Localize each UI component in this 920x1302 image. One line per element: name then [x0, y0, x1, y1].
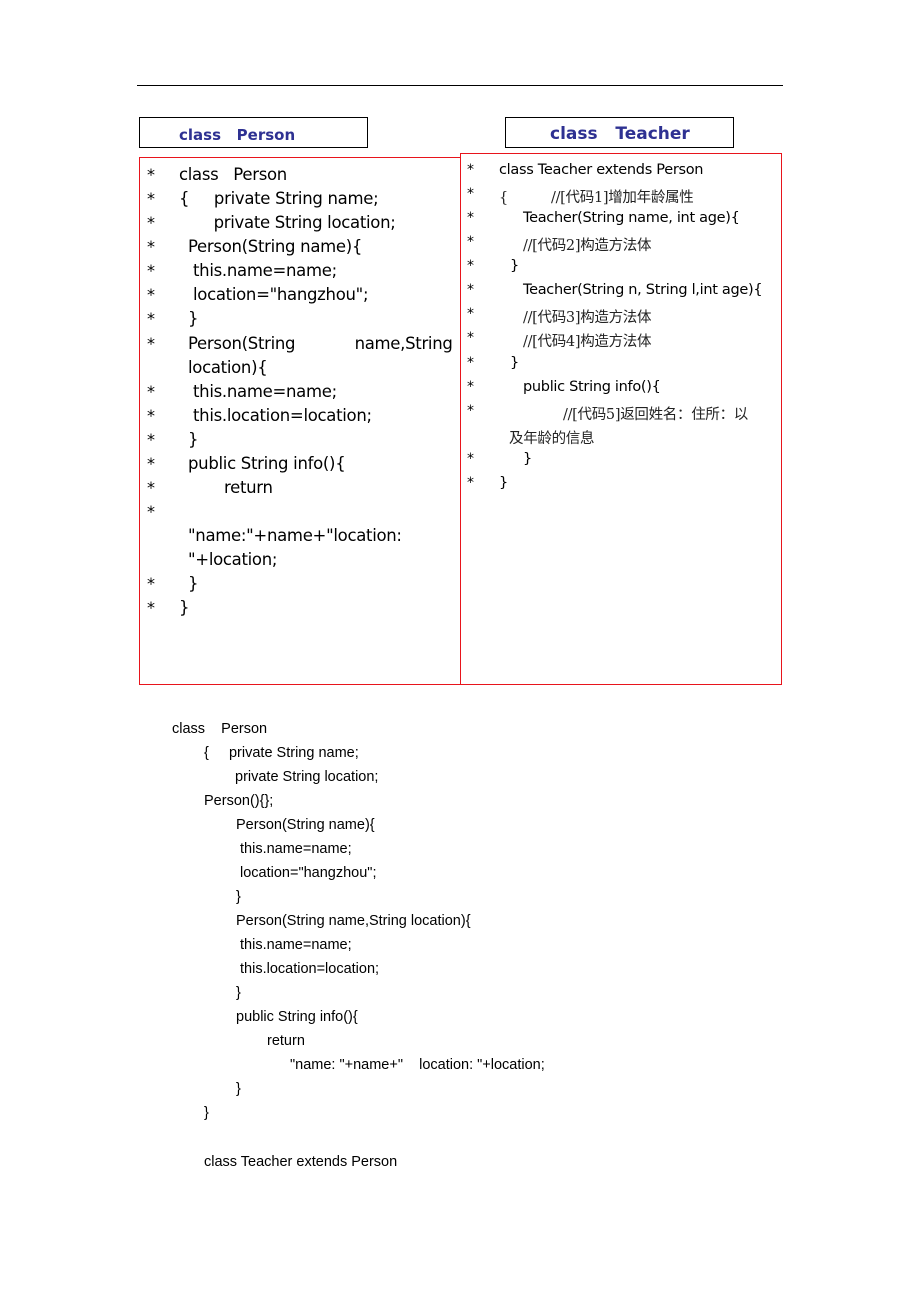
code-line: } — [236, 889, 241, 905]
code-line: class Person — [179, 165, 287, 184]
code-line: } — [510, 355, 519, 371]
bullet-star: * — [147, 430, 155, 449]
code-line: location){ — [188, 358, 268, 377]
code-line: } — [236, 985, 241, 1001]
code-line: } — [236, 1081, 241, 1097]
bullet-star: * — [147, 213, 155, 232]
code-line: } — [499, 475, 508, 491]
bullet-star: * — [467, 379, 474, 395]
code-line: Person(String name){ — [188, 237, 363, 256]
bullet-star: * — [147, 382, 155, 401]
bullet-star: * — [147, 237, 155, 256]
bullet-star: * — [467, 475, 474, 491]
bullet-star: * — [147, 189, 155, 208]
code-line: { private String name; — [179, 189, 379, 208]
bullet-star: * — [467, 306, 474, 322]
bullet-star: * — [467, 186, 474, 202]
code-line: class Teacher extends Person — [499, 162, 704, 178]
bullet-star: * — [147, 502, 155, 521]
code-line: public String info(){ — [523, 379, 661, 395]
code-line: } — [510, 258, 519, 274]
code-line: private String location; — [179, 213, 396, 232]
code-line: Teacher(String n, String l,int age){ — [523, 282, 763, 298]
code-line: Teacher(String name, int age){ — [523, 210, 740, 226]
code-line: { //[代码1]增加年龄属性 — [499, 190, 694, 206]
code-line: } — [204, 1105, 209, 1121]
bullet-star: * — [467, 162, 474, 178]
code-line: } — [179, 598, 190, 617]
header-rule — [137, 85, 783, 86]
code-line: //[代码3]构造方法体 — [523, 310, 652, 326]
code-line: public String info(){ — [188, 454, 346, 473]
code-line: location="hangzhou"; — [193, 285, 369, 304]
person-class-title-box: class Person — [139, 117, 368, 148]
code-line: location="hangzhou"; — [240, 865, 377, 881]
code-line: Person(String name){ — [236, 817, 375, 833]
code-line: class Person — [172, 721, 268, 737]
bullet-star: * — [147, 574, 155, 593]
code-line: this.name=name; — [193, 382, 337, 401]
code-line: Person(String name,String location){ — [236, 913, 471, 929]
bullet-star: * — [467, 451, 474, 467]
code-line: "name:"+name+"location: — [188, 526, 402, 545]
code-line: public String info(){ — [236, 1009, 358, 1025]
code-line: private String location; — [235, 769, 379, 785]
code-line: "name: "+name+" location: "+location; — [290, 1057, 545, 1073]
person-class-title: class Person — [179, 126, 296, 144]
bullet-star: * — [467, 210, 474, 226]
code-line: this.name=name; — [240, 937, 352, 953]
code-line: } — [188, 430, 199, 449]
bullet-star: * — [147, 309, 155, 328]
bullet-star: * — [147, 478, 155, 497]
teacher-class-title: class Teacher — [550, 124, 690, 144]
bullet-star: * — [147, 165, 155, 184]
bullet-star: * — [147, 454, 155, 473]
bullet-star: * — [467, 282, 474, 298]
bullet-star: * — [147, 285, 155, 304]
code-line: this.location=location; — [240, 961, 380, 977]
code-line: 及年龄的信息 — [509, 431, 595, 447]
code-line: class Teacher extends Person — [204, 1154, 398, 1170]
code-line: Person(String name,String — [188, 334, 453, 353]
code-line: this.location=location; — [193, 406, 372, 425]
code-line: this.name=name; — [193, 261, 337, 280]
code-line: "+location; — [188, 550, 278, 569]
code-line: //[代码2]构造方法体 — [523, 238, 652, 254]
bullet-star: * — [467, 234, 474, 250]
bullet-star: * — [467, 258, 474, 274]
code-line: { private String name; — [204, 745, 359, 761]
code-line: return — [267, 1033, 305, 1049]
bullet-star: * — [467, 403, 474, 419]
bullet-star: * — [467, 355, 474, 371]
bullet-star: * — [147, 334, 155, 353]
code-line: //[代码5]返回姓名：住所：以 — [563, 407, 749, 423]
code-line: } — [188, 309, 199, 328]
bullet-star: * — [147, 598, 155, 617]
code-line: } — [523, 451, 532, 467]
code-line: this.name=name; — [240, 841, 352, 857]
bullet-star: * — [147, 261, 155, 280]
bullet-star: * — [147, 406, 155, 425]
code-line: return — [224, 478, 273, 497]
teacher-class-title-box: class Teacher — [505, 117, 734, 148]
code-line: } — [188, 574, 199, 593]
code-line: //[代码4]构造方法体 — [523, 334, 652, 350]
bullet-star: * — [467, 330, 474, 346]
code-line: Person(){}; — [204, 793, 274, 809]
